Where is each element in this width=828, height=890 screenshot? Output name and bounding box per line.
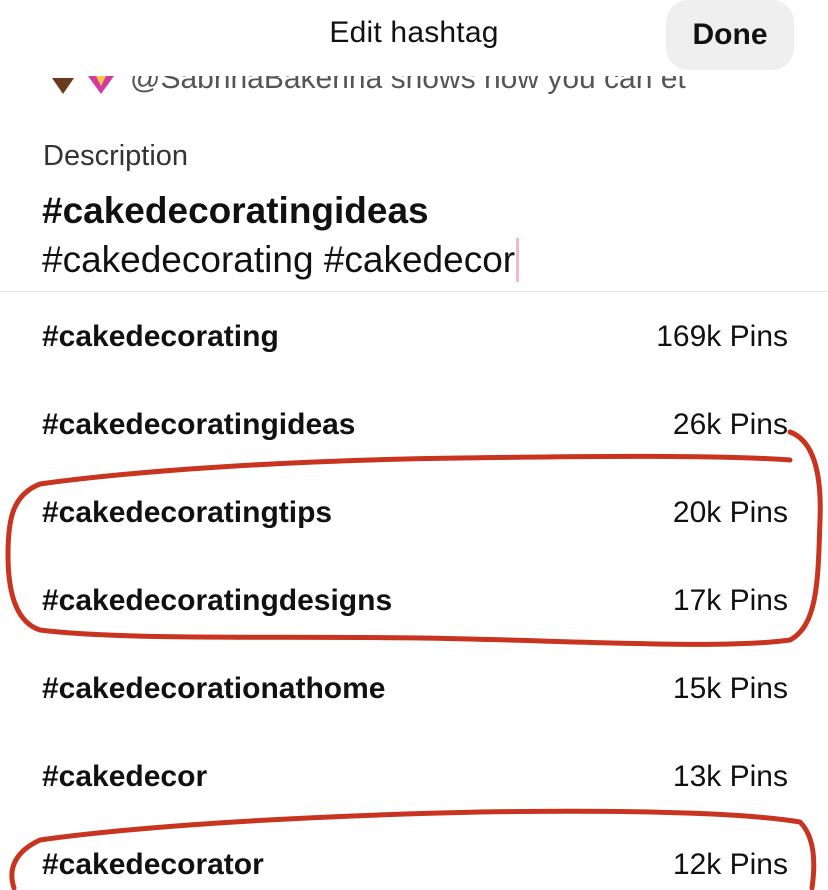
hashtag-suggestion[interactable]: #cakedecoratingideas 26k Pins bbox=[0, 380, 828, 468]
hashtag-suggestion[interactable]: #cakedecorationathome 15k Pins bbox=[0, 644, 828, 732]
pin-count: 15k Pins bbox=[672, 672, 788, 705]
hashtag-name: #cakedecor bbox=[42, 760, 208, 793]
description-input-text: #cakedecorating #cakedecor bbox=[42, 239, 516, 280]
hashtag-name: #cakedecoratingideas bbox=[42, 408, 356, 441]
description-label: Description bbox=[43, 140, 189, 172]
description-hashtag-selected[interactable]: #cakedecoratingideas bbox=[42, 190, 429, 232]
pin-count: 169k Pins bbox=[656, 320, 788, 353]
pin-count: 17k Pins bbox=[672, 584, 788, 617]
hashtag-suggestion-list: #cakedecorating 169k Pins #cakedecoratin… bbox=[0, 292, 828, 890]
hashtag-suggestion[interactable]: #cakedecoratingtips 20k Pins bbox=[0, 468, 828, 556]
hashtag-name: #cakedecorating bbox=[42, 320, 279, 353]
pin-count: 13k Pins bbox=[672, 760, 788, 793]
hashtag-name: #cakedecorator bbox=[42, 848, 264, 881]
hashtag-name: #cakedecoratingtips bbox=[42, 496, 333, 529]
hashtag-suggestion[interactable]: #cakedecor 13k Pins bbox=[0, 732, 828, 820]
description-input[interactable]: #cakedecorating #cakedecor bbox=[42, 238, 520, 282]
hashtag-name: #cakedecoratingdesigns bbox=[42, 584, 393, 617]
pin-count: 26k Pins bbox=[672, 408, 788, 441]
text-cursor bbox=[516, 238, 520, 282]
hashtag-suggestion[interactable]: #cakedecoratingdesigns 17k Pins bbox=[0, 556, 828, 644]
pin-count: 20k Pins bbox=[672, 496, 788, 529]
hashtag-suggestion[interactable]: #cakedecorating 169k Pins bbox=[0, 292, 828, 380]
done-button[interactable]: Done bbox=[666, 0, 794, 70]
pin-count: 12k Pins bbox=[672, 848, 788, 881]
hashtag-suggestion[interactable]: #cakedecorator 12k Pins bbox=[0, 820, 828, 890]
hashtag-name: #cakedecorationathome bbox=[42, 672, 386, 705]
header: Edit hashtag Done bbox=[0, 0, 828, 76]
edit-hashtag-screen: @SabrinaBakerina shows how you can et Ed… bbox=[0, 0, 828, 890]
